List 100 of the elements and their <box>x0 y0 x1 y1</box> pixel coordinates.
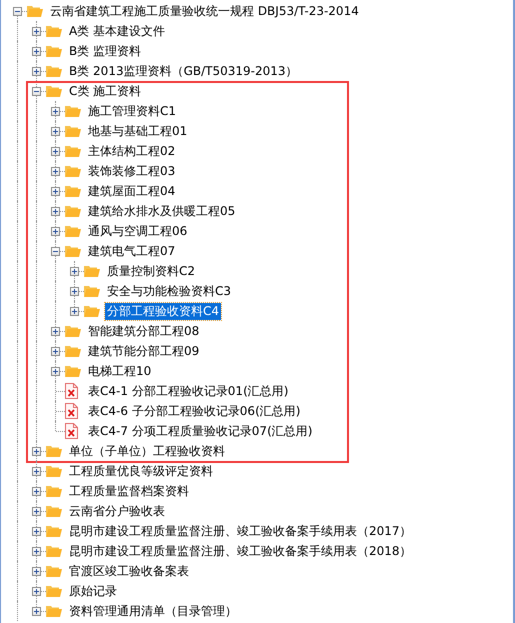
folder-icon <box>46 604 62 618</box>
folder-icon <box>65 124 81 138</box>
tree-item[interactable]: 地基与基础工程01 <box>86 122 190 140</box>
folder-icon <box>46 464 62 478</box>
tree-item[interactable]: 安全与功能检验资料C3 <box>105 282 234 300</box>
expand-toggle[interactable] <box>70 267 79 276</box>
tree-item[interactable]: 电梯工程10 <box>86 362 154 380</box>
plus-icon <box>52 108 59 115</box>
folder-icon <box>65 164 81 178</box>
tree-item[interactable]: 智能建筑分部工程08 <box>86 322 202 340</box>
tree-item[interactable]: 分部工程验收资料C4 <box>105 302 222 320</box>
folder-icon <box>46 564 62 578</box>
tree-item[interactable]: 建筑屋面工程04 <box>86 182 178 200</box>
folder-icon <box>46 84 62 98</box>
plus-icon <box>52 368 59 375</box>
tree-item[interactable]: 昆明市建设工程质量监督注册、竣工验收备案手续用表（2017） <box>67 522 414 540</box>
expand-toggle[interactable] <box>32 47 41 56</box>
folder-icon <box>46 524 62 538</box>
plus-icon <box>33 468 40 475</box>
tree-item[interactable]: 单位（子单位）工程验收资料 <box>67 442 227 460</box>
expand-toggle[interactable] <box>51 147 60 156</box>
folder-icon <box>65 364 81 378</box>
plus-icon <box>33 588 40 595</box>
expand-toggle[interactable] <box>51 227 60 236</box>
plus-icon <box>33 488 40 495</box>
expand-toggle[interactable] <box>32 527 41 536</box>
folder-icon <box>46 444 62 458</box>
expand-toggle[interactable] <box>51 327 60 336</box>
document-icon <box>65 403 78 419</box>
tree-item[interactable]: 建筑节能分部工程09 <box>86 342 202 360</box>
tree-item[interactable]: C类 施工资料 <box>67 82 144 100</box>
tree-item[interactable]: A类 基本建设文件 <box>67 22 168 40</box>
tree-item[interactable]: 工程质量优良等级评定资料 <box>67 462 215 480</box>
expand-toggle[interactable] <box>32 547 41 556</box>
tree-item[interactable]: 云南省建筑工程施工质量验收统一规程 DBJ53/T-23-2014 <box>48 2 361 20</box>
expand-toggle[interactable] <box>51 187 60 196</box>
collapse-toggle[interactable] <box>32 87 41 96</box>
tree-item[interactable]: 施工管理资料C1 <box>86 102 178 120</box>
expand-toggle[interactable] <box>32 27 41 36</box>
plus-icon <box>33 608 40 615</box>
plus-icon <box>33 528 40 535</box>
folder-icon <box>27 4 43 18</box>
expand-toggle[interactable] <box>32 447 41 456</box>
expand-toggle[interactable] <box>32 487 41 496</box>
folder-icon <box>65 204 81 218</box>
tree-item[interactable]: 表C4-7 分项工程质量验收记录07(汇总用) <box>86 422 314 440</box>
tree-item[interactable]: 通风与空调工程06 <box>86 222 190 240</box>
expand-toggle[interactable] <box>51 347 60 356</box>
expand-toggle[interactable] <box>32 607 41 616</box>
expand-toggle[interactable] <box>32 467 41 476</box>
tree-item[interactable]: 昆明市建设工程质量监督注册、竣工验收备案手续用表（2018） <box>67 542 414 560</box>
expand-toggle[interactable] <box>51 127 60 136</box>
plus-icon <box>71 288 78 295</box>
plus-icon <box>33 48 40 55</box>
minus-icon <box>33 88 40 95</box>
folder-icon <box>65 244 81 258</box>
tree-item[interactable]: 云南省分户验收表 <box>67 502 167 520</box>
tree-item[interactable]: 建筑电气工程07 <box>86 242 178 260</box>
folder-icon <box>46 44 62 58</box>
expand-toggle[interactable] <box>51 107 60 116</box>
plus-icon <box>33 508 40 515</box>
tree-item[interactable]: 表C4-1 分部工程验收记录01(汇总用) <box>86 382 290 400</box>
expand-toggle[interactable] <box>32 567 41 576</box>
expand-toggle[interactable] <box>51 167 60 176</box>
document-icon <box>65 423 78 439</box>
folder-icon <box>84 264 100 278</box>
tree-item[interactable]: B类 2013监理资料（GB/T50319-2013） <box>67 62 300 80</box>
expand-toggle[interactable] <box>70 287 79 296</box>
folder-icon <box>46 544 62 558</box>
tree-item[interactable]: 官渡区竣工验收备案表 <box>67 562 191 580</box>
expand-toggle[interactable] <box>32 587 41 596</box>
expand-toggle[interactable] <box>32 67 41 76</box>
plus-icon <box>52 228 59 235</box>
plus-icon <box>33 568 40 575</box>
plus-icon <box>33 68 40 75</box>
plus-icon <box>33 548 40 555</box>
plus-icon <box>52 348 59 355</box>
expand-toggle[interactable] <box>32 507 41 516</box>
collapse-toggle[interactable] <box>13 7 22 16</box>
expand-toggle[interactable] <box>51 367 60 376</box>
tree-item[interactable]: 原始记录 <box>67 582 119 600</box>
tree-item[interactable]: 装饰装修工程03 <box>86 162 178 180</box>
folder-icon <box>84 304 100 318</box>
folder-icon <box>46 584 62 598</box>
tree-item[interactable]: 资料管理通用清单（目录管理） <box>67 602 239 620</box>
tree-item[interactable]: 表C4-6 子分部工程验收记录06(汇总用) <box>86 402 302 420</box>
folder-icon <box>65 104 81 118</box>
tree-item[interactable]: 工程质量监督档案资料 <box>67 482 191 500</box>
tree-item[interactable]: B类 监理资料 <box>67 42 144 60</box>
document-icon <box>65 383 78 399</box>
folder-icon <box>46 64 62 78</box>
expand-toggle[interactable] <box>51 207 60 216</box>
collapse-toggle[interactable] <box>51 247 60 256</box>
tree-item[interactable]: 建筑给水排水及供暖工程05 <box>86 202 238 220</box>
expand-toggle[interactable] <box>70 307 79 316</box>
folder-icon <box>65 224 81 238</box>
folder-icon <box>65 184 81 198</box>
plus-icon <box>71 268 78 275</box>
tree-item[interactable]: 质量控制资料C2 <box>105 262 198 280</box>
tree-item[interactable]: 主体结构工程02 <box>86 142 178 160</box>
